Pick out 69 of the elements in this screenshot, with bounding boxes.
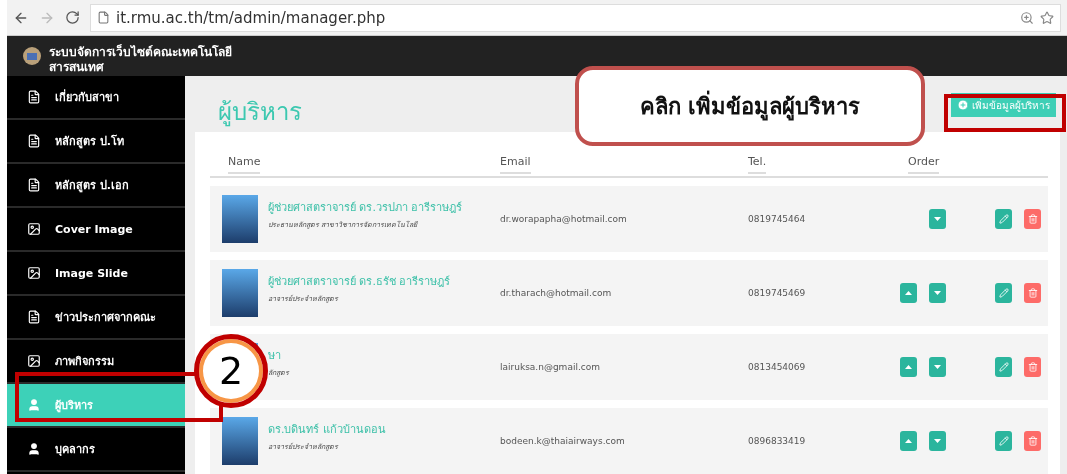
image-icon (27, 354, 41, 368)
trash-icon (1027, 214, 1038, 224)
edit-button[interactable] (995, 283, 1012, 303)
logo-icon (21, 45, 43, 67)
move-down-button[interactable] (929, 209, 946, 229)
caret-down-icon (934, 365, 941, 369)
step-number: 2 (218, 349, 244, 393)
tel-cell-text: 0813454069 (747, 362, 807, 372)
user-icon (27, 442, 41, 456)
photo-placeholder (222, 195, 258, 243)
edit-button[interactable] (995, 209, 1012, 229)
move-down-button[interactable] (929, 357, 946, 377)
email-cell-text: dr.tharach@hotmail.com (499, 288, 613, 298)
document-icon (27, 134, 41, 148)
move-up-button[interactable] (900, 357, 917, 377)
document-icon (27, 178, 41, 192)
person-name: ดร.บดินทร์ แก้วบ้านดอน (268, 422, 386, 438)
email-cell-text: bodeen.k@thaiairways.com (499, 436, 626, 446)
caret-down-icon (934, 439, 941, 443)
caret-up-icon (905, 365, 912, 369)
user-icon (27, 398, 41, 412)
reload-icon[interactable] (65, 10, 80, 25)
delete-button[interactable] (1024, 357, 1041, 377)
bookmark-star-icon[interactable] (1040, 10, 1054, 25)
edit-button[interactable] (995, 357, 1012, 377)
site-title: สารสนเทศ (49, 60, 105, 75)
email-cell-text: lairuksa.n@gmail.com (499, 362, 601, 372)
delete-button[interactable] (1024, 431, 1041, 451)
move-down-button[interactable] (929, 283, 946, 303)
move-up-button[interactable] (900, 283, 917, 303)
url-text: it.rmu.ac.th/tm/admin/manager.php (116, 8, 386, 27)
move-down-button[interactable] (929, 431, 946, 451)
pencil-icon (998, 214, 1009, 224)
image-icon (27, 266, 41, 280)
delete-button[interactable] (1024, 209, 1041, 229)
person-name: ษา (268, 348, 282, 364)
tel-cell-text: 0819745469 (747, 288, 807, 298)
trash-icon (1027, 288, 1038, 298)
move-up-button[interactable] (900, 431, 917, 451)
page-icon (97, 11, 110, 24)
caret-down-icon (934, 291, 941, 295)
caret-down-icon (934, 217, 941, 221)
site-title: ระบบจัดการเว็บไซต์คณะเทคโนโลยี (49, 45, 232, 60)
photo-placeholder (222, 269, 258, 317)
pencil-icon (998, 288, 1009, 298)
caret-up-icon (905, 291, 912, 295)
zoom-icon[interactable] (1020, 10, 1034, 25)
pencil-icon (998, 362, 1009, 372)
delete-button[interactable] (1024, 283, 1041, 303)
tel-cell-text: 0819745464 (747, 214, 807, 224)
address-bar[interactable]: it.rmu.ac.th/tm/admin/manager.php (90, 3, 1061, 32)
trash-icon (1027, 362, 1038, 372)
document-icon (27, 90, 41, 104)
column-header: Name (228, 146, 261, 174)
trash-icon (1027, 436, 1038, 446)
caret-up-icon (905, 439, 912, 443)
edit-button[interactable] (995, 431, 1012, 451)
column-header: Email (500, 146, 531, 174)
page-title: ผู้บริหาร (218, 96, 302, 129)
plus-icon (957, 99, 969, 111)
email-cell-text: dr.worapapha@hotmail.com (499, 214, 628, 224)
document-icon (27, 310, 41, 324)
pencil-icon (998, 436, 1009, 446)
person-name: ผู้ช่วยศาสตราจารย์ ดร.ธรัช อารีราษฎร์ (268, 274, 451, 290)
callout-text: คลิก เพิ่มข้อมูลผู้บริหาร (639, 88, 861, 124)
image-icon (27, 222, 41, 236)
photo-placeholder (222, 417, 258, 465)
tel-cell-text: 0896833419 (747, 436, 807, 446)
person-name: ผู้ช่วยศาสตราจารย์ ดร.วรปภา อารีราษฎร์ (268, 200, 463, 216)
